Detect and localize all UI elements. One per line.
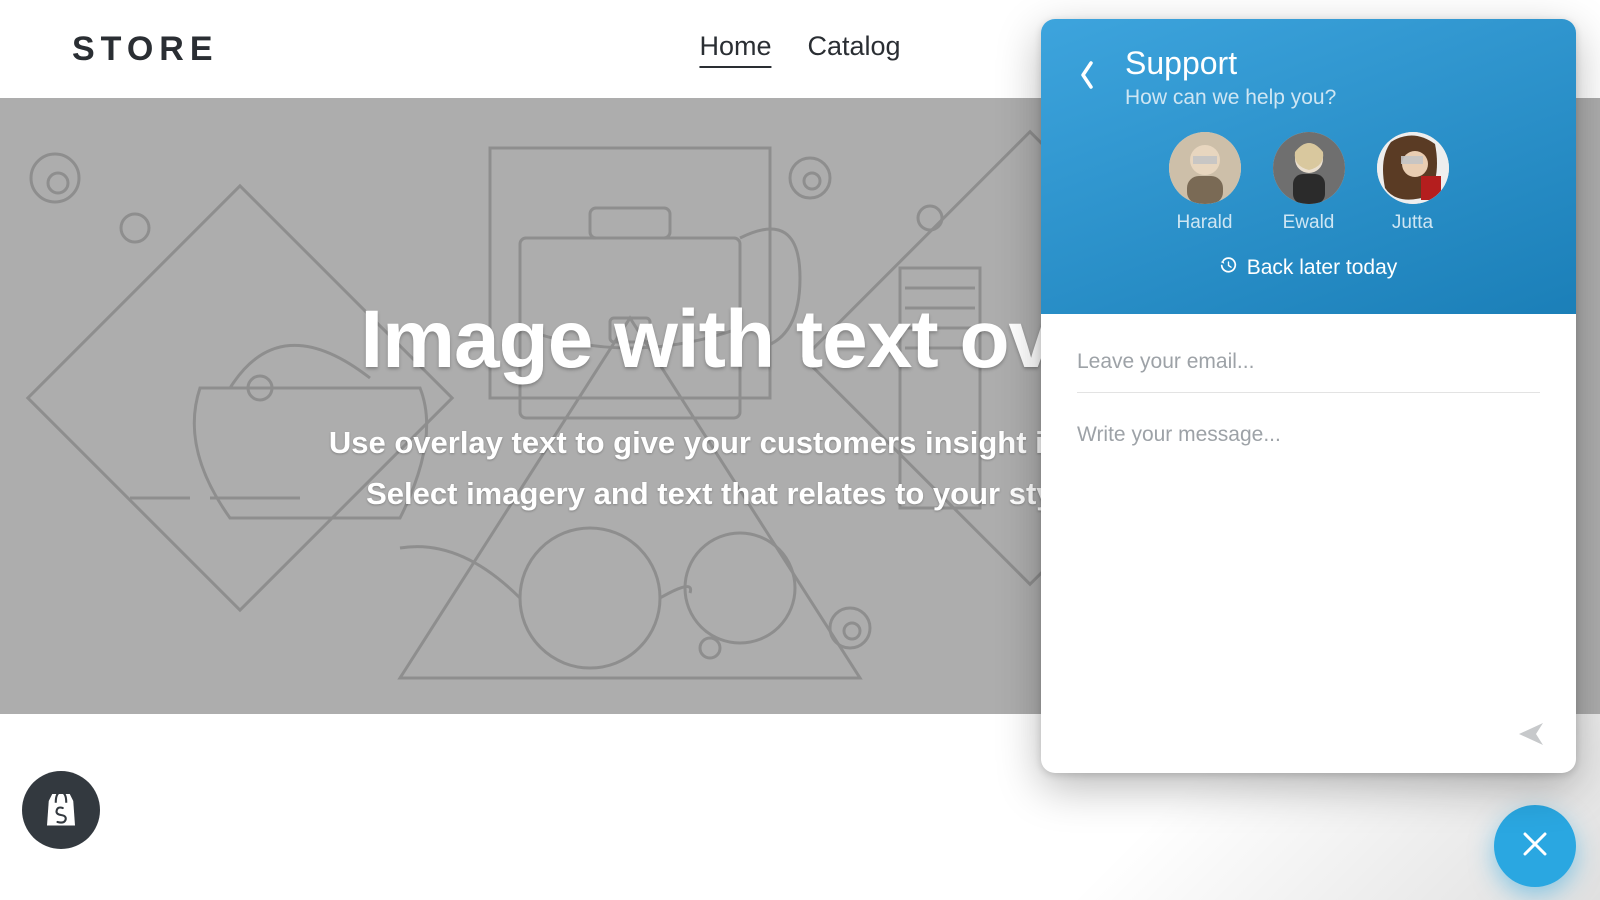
nav-home[interactable]: Home xyxy=(699,31,771,68)
main-nav: Home Catalog xyxy=(699,31,900,68)
clock-back-icon xyxy=(1220,256,1237,280)
availability-label: Back later today xyxy=(1247,256,1398,280)
avatar xyxy=(1169,132,1241,204)
agent-ewald: Ewald xyxy=(1273,132,1345,234)
nav-catalog[interactable]: Catalog xyxy=(807,31,900,68)
availability-text: Back later today xyxy=(1079,256,1538,280)
support-chat-widget: Support How can we help you? Harald Ewal… xyxy=(1041,19,1576,773)
chat-back-button[interactable] xyxy=(1079,61,1095,89)
shopify-badge-button[interactable] xyxy=(22,771,100,849)
chat-tagline: How can we help you? xyxy=(1125,86,1336,110)
send-button[interactable] xyxy=(1516,719,1546,749)
shopify-bag-icon xyxy=(40,787,82,834)
avatar xyxy=(1377,132,1449,204)
agent-name: Harald xyxy=(1177,212,1233,234)
agent-jutta: Jutta xyxy=(1377,132,1449,234)
close-icon xyxy=(1522,831,1548,862)
avatar xyxy=(1273,132,1345,204)
email-input[interactable] xyxy=(1077,334,1540,393)
chat-title: Support xyxy=(1125,45,1336,82)
chat-close-button[interactable] xyxy=(1494,805,1576,887)
chat-body xyxy=(1041,314,1576,773)
message-input[interactable] xyxy=(1077,393,1540,747)
chevron-left-icon xyxy=(1079,61,1095,89)
store-logo[interactable]: STORE xyxy=(72,30,219,69)
agent-name: Ewald xyxy=(1283,212,1335,234)
chat-header: Support How can we help you? Harald Ewal… xyxy=(1041,19,1576,314)
agent-harald: Harald xyxy=(1169,132,1241,234)
send-icon xyxy=(1516,719,1546,749)
agent-list: Harald Ewald Jutta xyxy=(1079,132,1538,234)
agent-name: Jutta xyxy=(1392,212,1433,234)
